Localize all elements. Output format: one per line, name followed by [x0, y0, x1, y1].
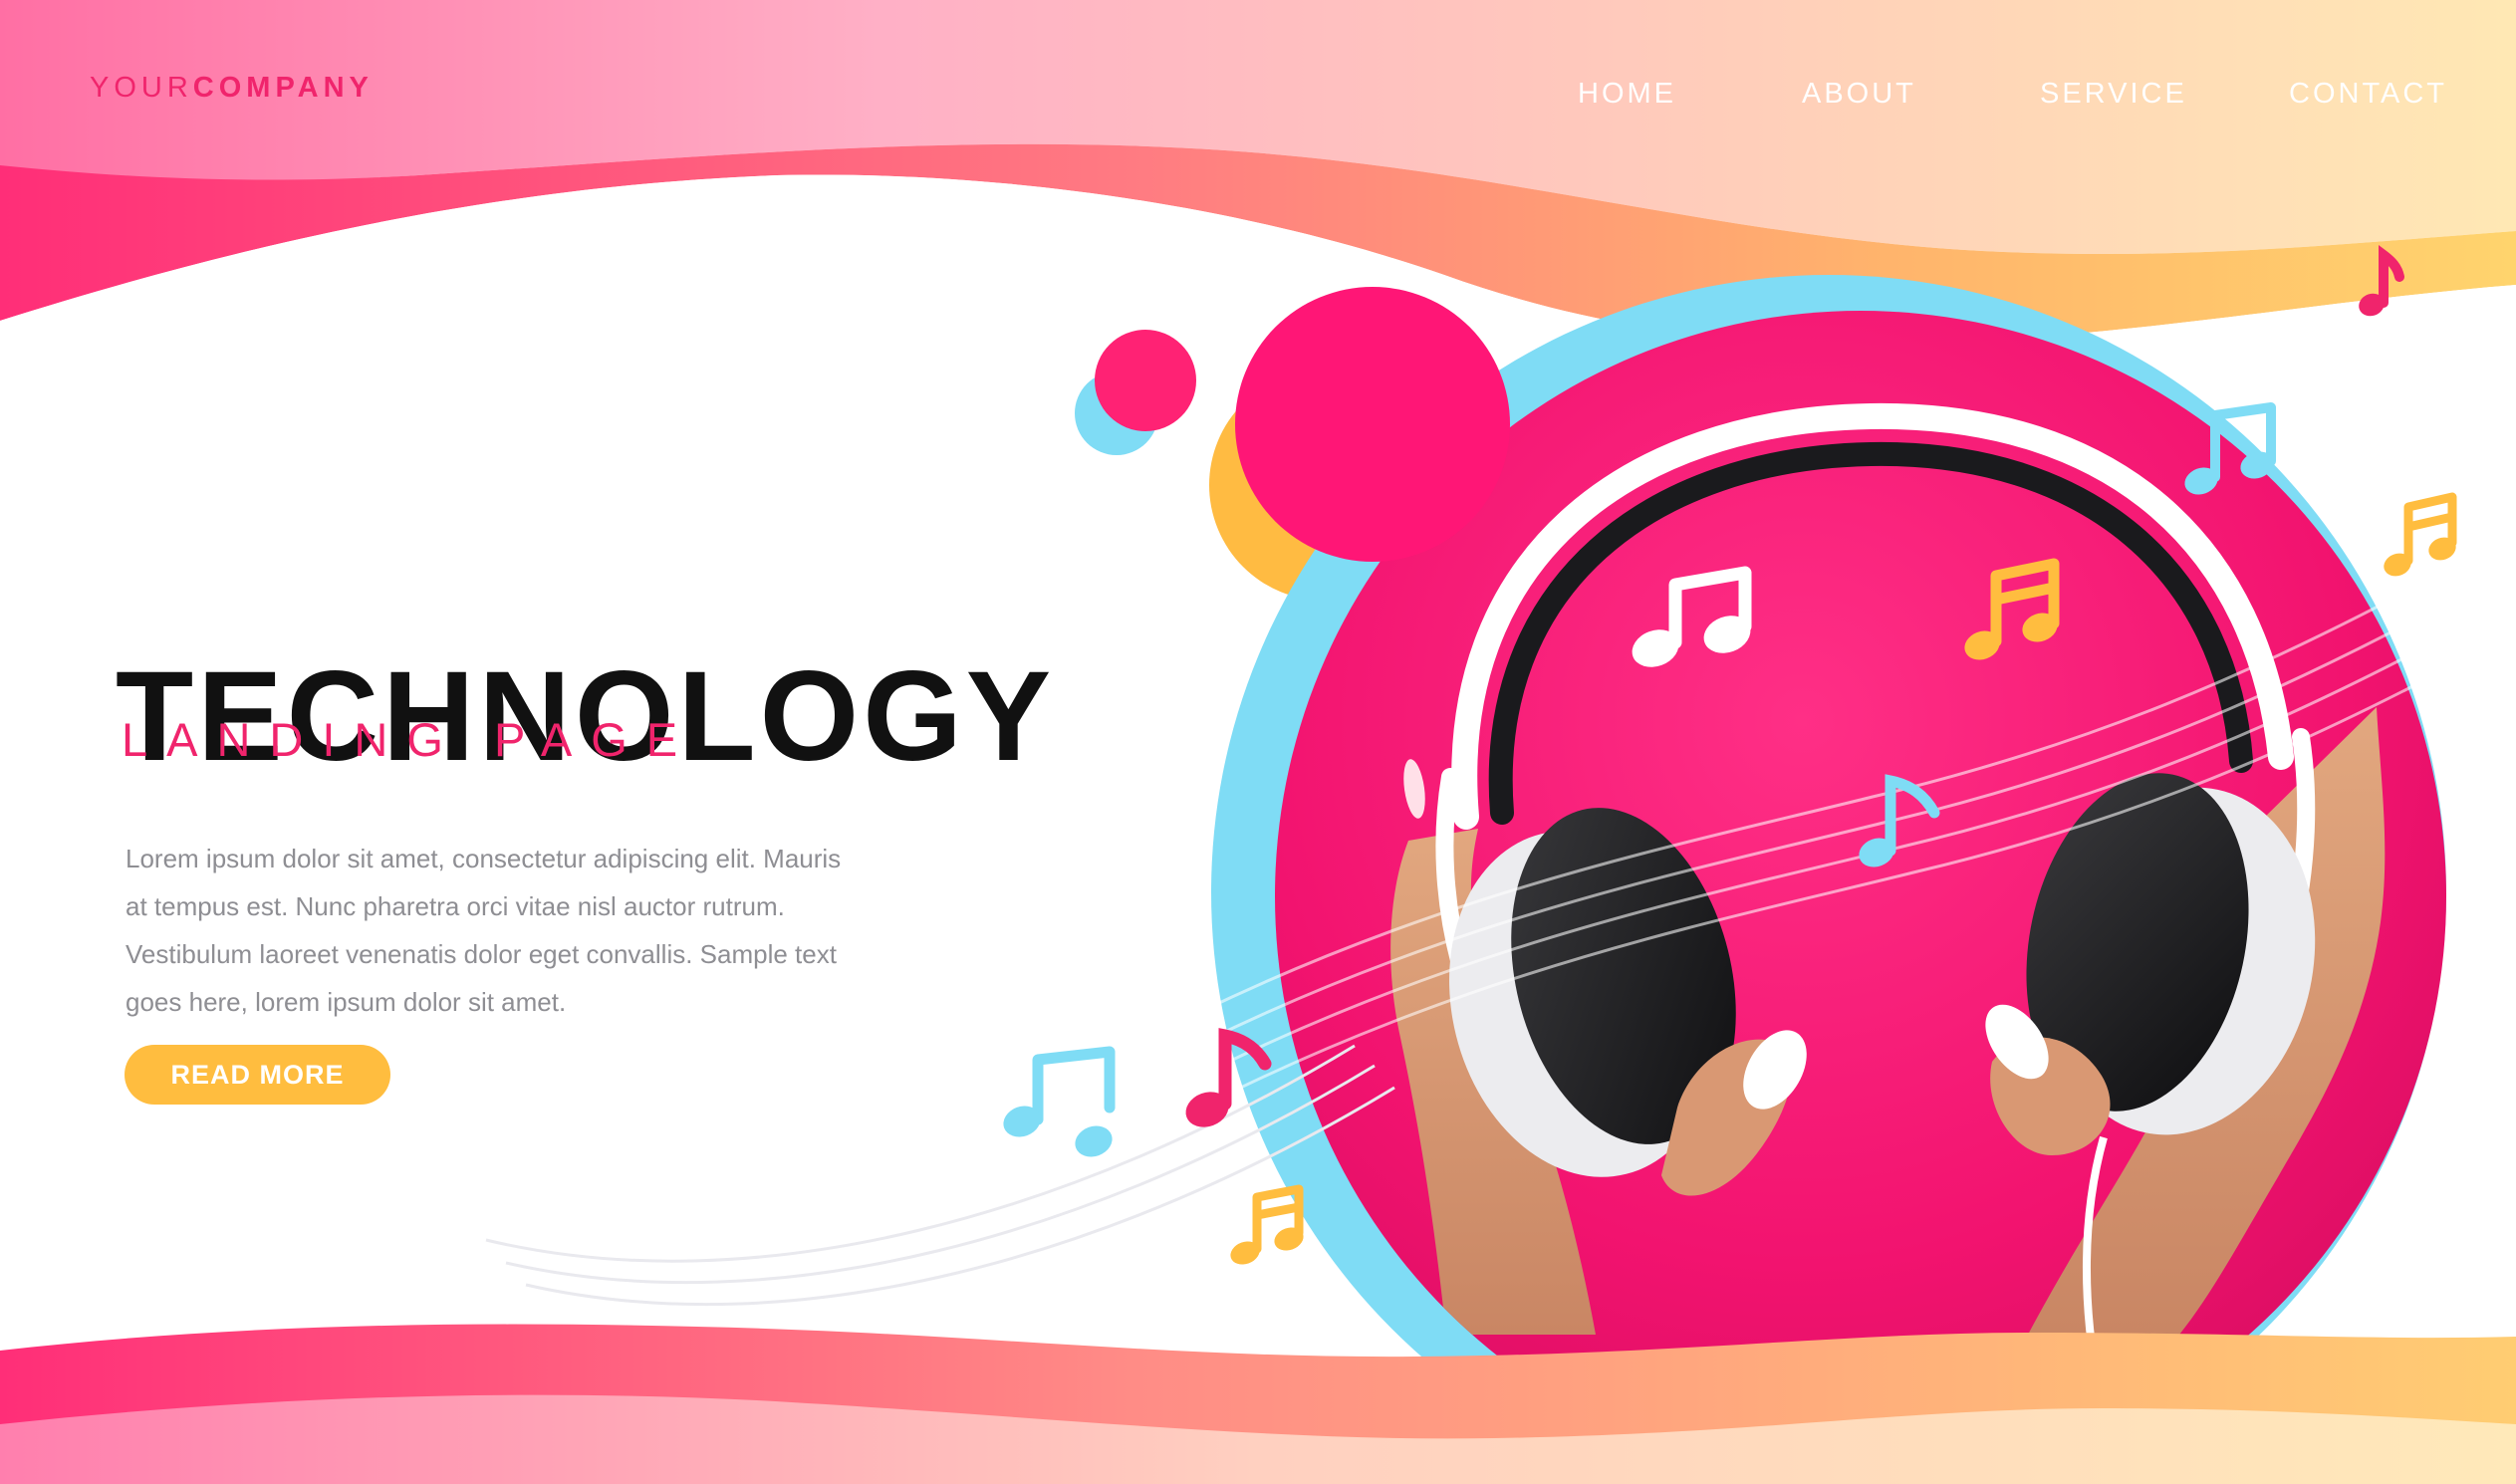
nav-link-service[interactable]: SERVICE — [2040, 76, 2187, 112]
read-more-button[interactable]: READ MORE — [125, 1045, 390, 1105]
music-note-cyan-icon — [1003, 1046, 1116, 1157]
hot-pink-circle — [1235, 287, 1510, 562]
small-pink-circle — [1095, 330, 1196, 431]
nav-link-home[interactable]: HOME — [1578, 76, 1676, 112]
hero-description: Lorem ipsum dolor sit amet, consectetur … — [126, 844, 842, 1017]
music-note-yellow-icon — [1230, 1184, 1304, 1265]
hero-subtitle: LANDING PAGE — [122, 713, 697, 766]
nav-link-about[interactable]: ABOUT — [1802, 76, 1916, 112]
nav-link-contact[interactable]: CONTACT — [2289, 76, 2447, 112]
main-navigation: HOME ABOUT SERVICE CONTACT — [0, 76, 2516, 112]
music-note-yellow-icon — [2384, 492, 2457, 577]
landing-page: YOURCOMPANY HOME ABOUT SERVICE CONTACT T… — [0, 0, 2516, 1484]
